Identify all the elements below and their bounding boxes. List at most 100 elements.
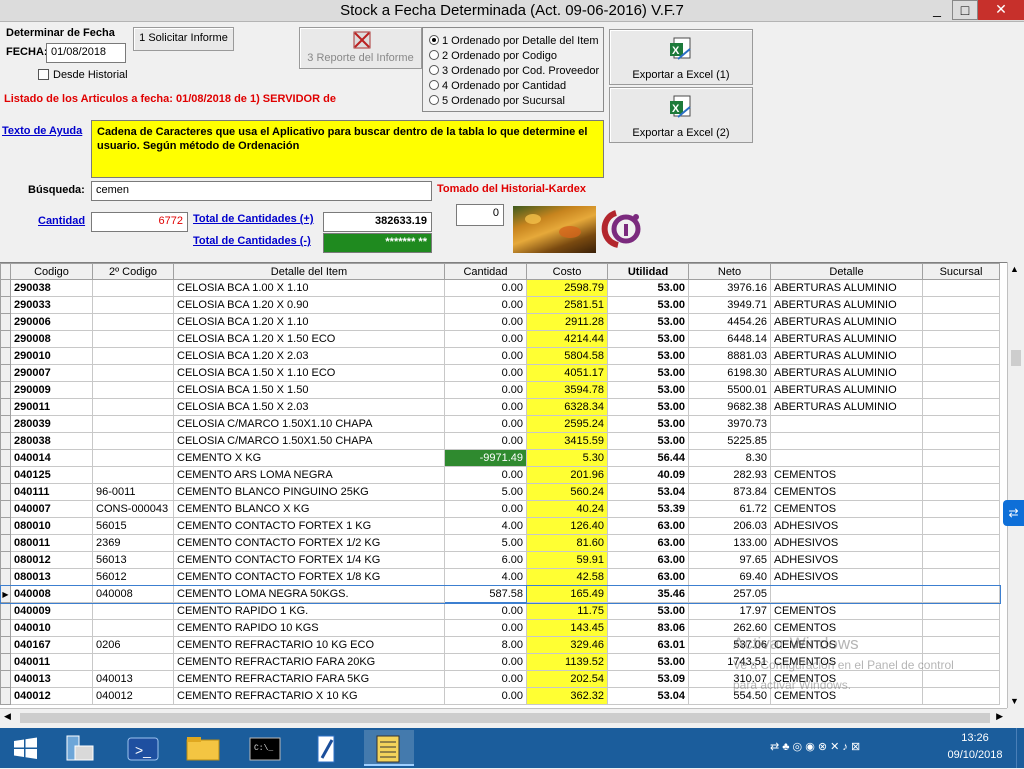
cell-costo[interactable]: 2581.51 xyxy=(526,296,608,314)
cell-costo[interactable]: 2595.24 xyxy=(526,415,608,433)
cell-sucursal[interactable] xyxy=(922,313,1000,331)
cell-costo[interactable]: 5804.58 xyxy=(526,347,608,365)
cell-segundo-codigo[interactable]: CONS-000043 xyxy=(92,500,174,518)
cell-detalle-item[interactable]: CEMENTO BLANCO PINGUINO 25KG xyxy=(173,483,445,501)
horizontal-scrollbar[interactable]: ◀ ▶ xyxy=(0,708,1007,725)
cell-utilidad[interactable]: 53.09 xyxy=(607,670,689,688)
ordering-option-1[interactable]: 1 Ordenado por Detalle del Item xyxy=(429,35,599,50)
table-row[interactable]: 290007 CELOSIA BCA 1.50 X 1.10 ECO 0.00 405… xyxy=(0,364,1000,382)
cell-neto[interactable]: 6198.30 xyxy=(688,364,771,382)
cell-detalle[interactable]: ABERTURAS ALUMINIO xyxy=(770,313,923,331)
cell-detalle-item[interactable]: CELOSIA BCA 1.00 X 1.10 xyxy=(173,279,445,297)
server-manager-icon[interactable] xyxy=(55,730,105,766)
cell-utilidad[interactable]: 63.00 xyxy=(607,551,689,569)
cell-utilidad[interactable]: 53.00 xyxy=(607,653,689,671)
scroll-right-arrow-icon[interactable]: ▶ xyxy=(996,711,1003,722)
active-app-icon[interactable] xyxy=(364,730,414,766)
tray-icons[interactable]: ⇄ ♣ ◎ ◉ ⊗ ✕ ♪ ⊠ xyxy=(770,740,860,753)
table-row[interactable]: 080012 56013 CEMENTO CONTACTO FORTEX 1/4 K… xyxy=(0,551,1000,569)
cell-codigo[interactable]: 040011 xyxy=(10,653,93,671)
cell-detalle-item[interactable]: CEMENTO CONTACTO FORTEX 1/4 KG xyxy=(173,551,445,569)
busqueda-input[interactable]: cemen xyxy=(91,181,432,201)
cell-detalle-item[interactable]: CEMENTO LOMA NEGRA 50KGS. xyxy=(173,585,445,603)
cell-segundo-codigo[interactable] xyxy=(92,449,174,467)
ordering-option-5[interactable]: 5 Ordenado por Sucursal xyxy=(429,95,565,110)
cell-neto[interactable]: 206.03 xyxy=(688,517,771,535)
cell-neto[interactable]: 6448.14 xyxy=(688,330,771,348)
cell-segundo-codigo[interactable]: 56015 xyxy=(92,517,174,535)
cell-cantidad[interactable]: 587.58 xyxy=(444,585,527,603)
cell-detalle-item[interactable]: CELOSIA BCA 1.20 X 2.03 xyxy=(173,347,445,365)
cell-utilidad[interactable]: 53.39 xyxy=(607,500,689,518)
cell-codigo[interactable]: 290008 xyxy=(10,330,93,348)
cell-detalle-item[interactable]: CEMENTO RAPIDO 10 KGS xyxy=(173,619,445,637)
cell-segundo-codigo[interactable]: 0206 xyxy=(92,636,174,654)
row-indicator[interactable] xyxy=(0,619,11,637)
scroll-left-arrow-icon[interactable]: ◀ xyxy=(4,711,11,722)
row-indicator[interactable] xyxy=(0,636,11,654)
cell-detalle[interactable]: ADHESIVOS xyxy=(770,534,923,552)
column-header-utilidad[interactable]: Utilidad xyxy=(607,263,689,280)
minimize-button[interactable]: _ xyxy=(924,0,950,20)
cell-sucursal[interactable] xyxy=(922,534,1000,552)
total-negative-link[interactable]: Total de Cantidades (-) xyxy=(193,235,311,247)
cell-segundo-codigo[interactable] xyxy=(92,330,174,348)
cell-cantidad[interactable]: 6.00 xyxy=(444,551,527,569)
table-row[interactable]: 040013 040013 CEMENTO REFRACTARIO FARA 5KG… xyxy=(0,670,1000,688)
cell-sucursal[interactable] xyxy=(922,449,1000,467)
show-desktop-button[interactable] xyxy=(1016,728,1024,768)
cell-cantidad[interactable]: 8.00 xyxy=(444,636,527,654)
cell-segundo-codigo[interactable] xyxy=(92,466,174,484)
cell-neto[interactable]: 282.93 xyxy=(688,466,771,484)
row-indicator[interactable]: ▶ xyxy=(0,585,11,603)
cell-segundo-codigo[interactable]: 040013 xyxy=(92,670,174,688)
cell-neto[interactable]: 3970.73 xyxy=(688,415,771,433)
cell-utilidad[interactable]: 63.00 xyxy=(607,534,689,552)
radio-button[interactable] xyxy=(429,65,439,75)
row-indicator[interactable] xyxy=(0,483,11,501)
cell-cantidad[interactable]: 0.00 xyxy=(444,653,527,671)
row-indicator[interactable] xyxy=(0,568,11,586)
cell-segundo-codigo[interactable] xyxy=(92,619,174,637)
cell-cantidad[interactable]: 0.00 xyxy=(444,279,527,297)
cell-neto[interactable]: 262.60 xyxy=(688,619,771,637)
row-indicator[interactable] xyxy=(0,364,11,382)
cell-sucursal[interactable] xyxy=(922,568,1000,586)
cell-cantidad[interactable]: 0.00 xyxy=(444,398,527,416)
cell-sucursal[interactable] xyxy=(922,398,1000,416)
cell-codigo[interactable]: 080012 xyxy=(10,551,93,569)
cell-costo[interactable]: 2911.28 xyxy=(526,313,608,331)
cell-cantidad[interactable]: 5.00 xyxy=(444,534,527,552)
cell-detalle-item[interactable]: CELOSIA BCA 1.50 X 1.10 ECO xyxy=(173,364,445,382)
cell-detalle-item[interactable]: CELOSIA C/MARCO 1.50X1.50 CHAPA xyxy=(173,432,445,450)
cell-segundo-codigo[interactable] xyxy=(92,279,174,297)
row-indicator[interactable] xyxy=(0,432,11,450)
row-indicator[interactable] xyxy=(0,466,11,484)
row-indicator[interactable] xyxy=(0,602,11,620)
cell-segundo-codigo[interactable]: 96-0011 xyxy=(92,483,174,501)
teamviewer-tab-icon[interactable]: ⇄ xyxy=(1003,500,1024,526)
cell-costo[interactable]: 59.91 xyxy=(526,551,608,569)
cell-utilidad[interactable]: 53.00 xyxy=(607,364,689,382)
cell-neto[interactable]: 5500.01 xyxy=(688,381,771,399)
cell-detalle[interactable]: ABERTURAS ALUMINIO xyxy=(770,347,923,365)
cell-sucursal[interactable] xyxy=(922,415,1000,433)
table-row[interactable]: 080010 56015 CEMENTO CONTACTO FORTEX 1 KG 4… xyxy=(0,517,1000,535)
cell-codigo[interactable]: 040111 xyxy=(10,483,93,501)
cell-segundo-codigo[interactable] xyxy=(92,398,174,416)
cell-sucursal[interactable] xyxy=(922,636,1000,654)
cell-codigo[interactable]: 290038 xyxy=(10,279,93,297)
cell-costo[interactable]: 81.60 xyxy=(526,534,608,552)
notepad-pen-icon[interactable] xyxy=(302,730,352,766)
table-row[interactable]: 280039 CELOSIA C/MARCO 1.50X1.10 CHAPA 0.0… xyxy=(0,415,1000,433)
cell-utilidad[interactable]: 63.00 xyxy=(607,568,689,586)
column-header-neto[interactable]: Neto xyxy=(688,263,771,280)
cell-codigo[interactable]: 290011 xyxy=(10,398,93,416)
cell-codigo[interactable]: 290007 xyxy=(10,364,93,382)
table-row[interactable]: 040007 CONS-000043 CEMENTO BLANCO X KG 0.00… xyxy=(0,500,1000,518)
cell-costo[interactable]: 362.32 xyxy=(526,687,608,705)
cell-sucursal[interactable] xyxy=(922,500,1000,518)
cell-cantidad[interactable]: 0.00 xyxy=(444,296,527,314)
cell-detalle[interactable]: ABERTURAS ALUMINIO xyxy=(770,279,923,297)
cell-cantidad[interactable]: 0.00 xyxy=(444,415,527,433)
